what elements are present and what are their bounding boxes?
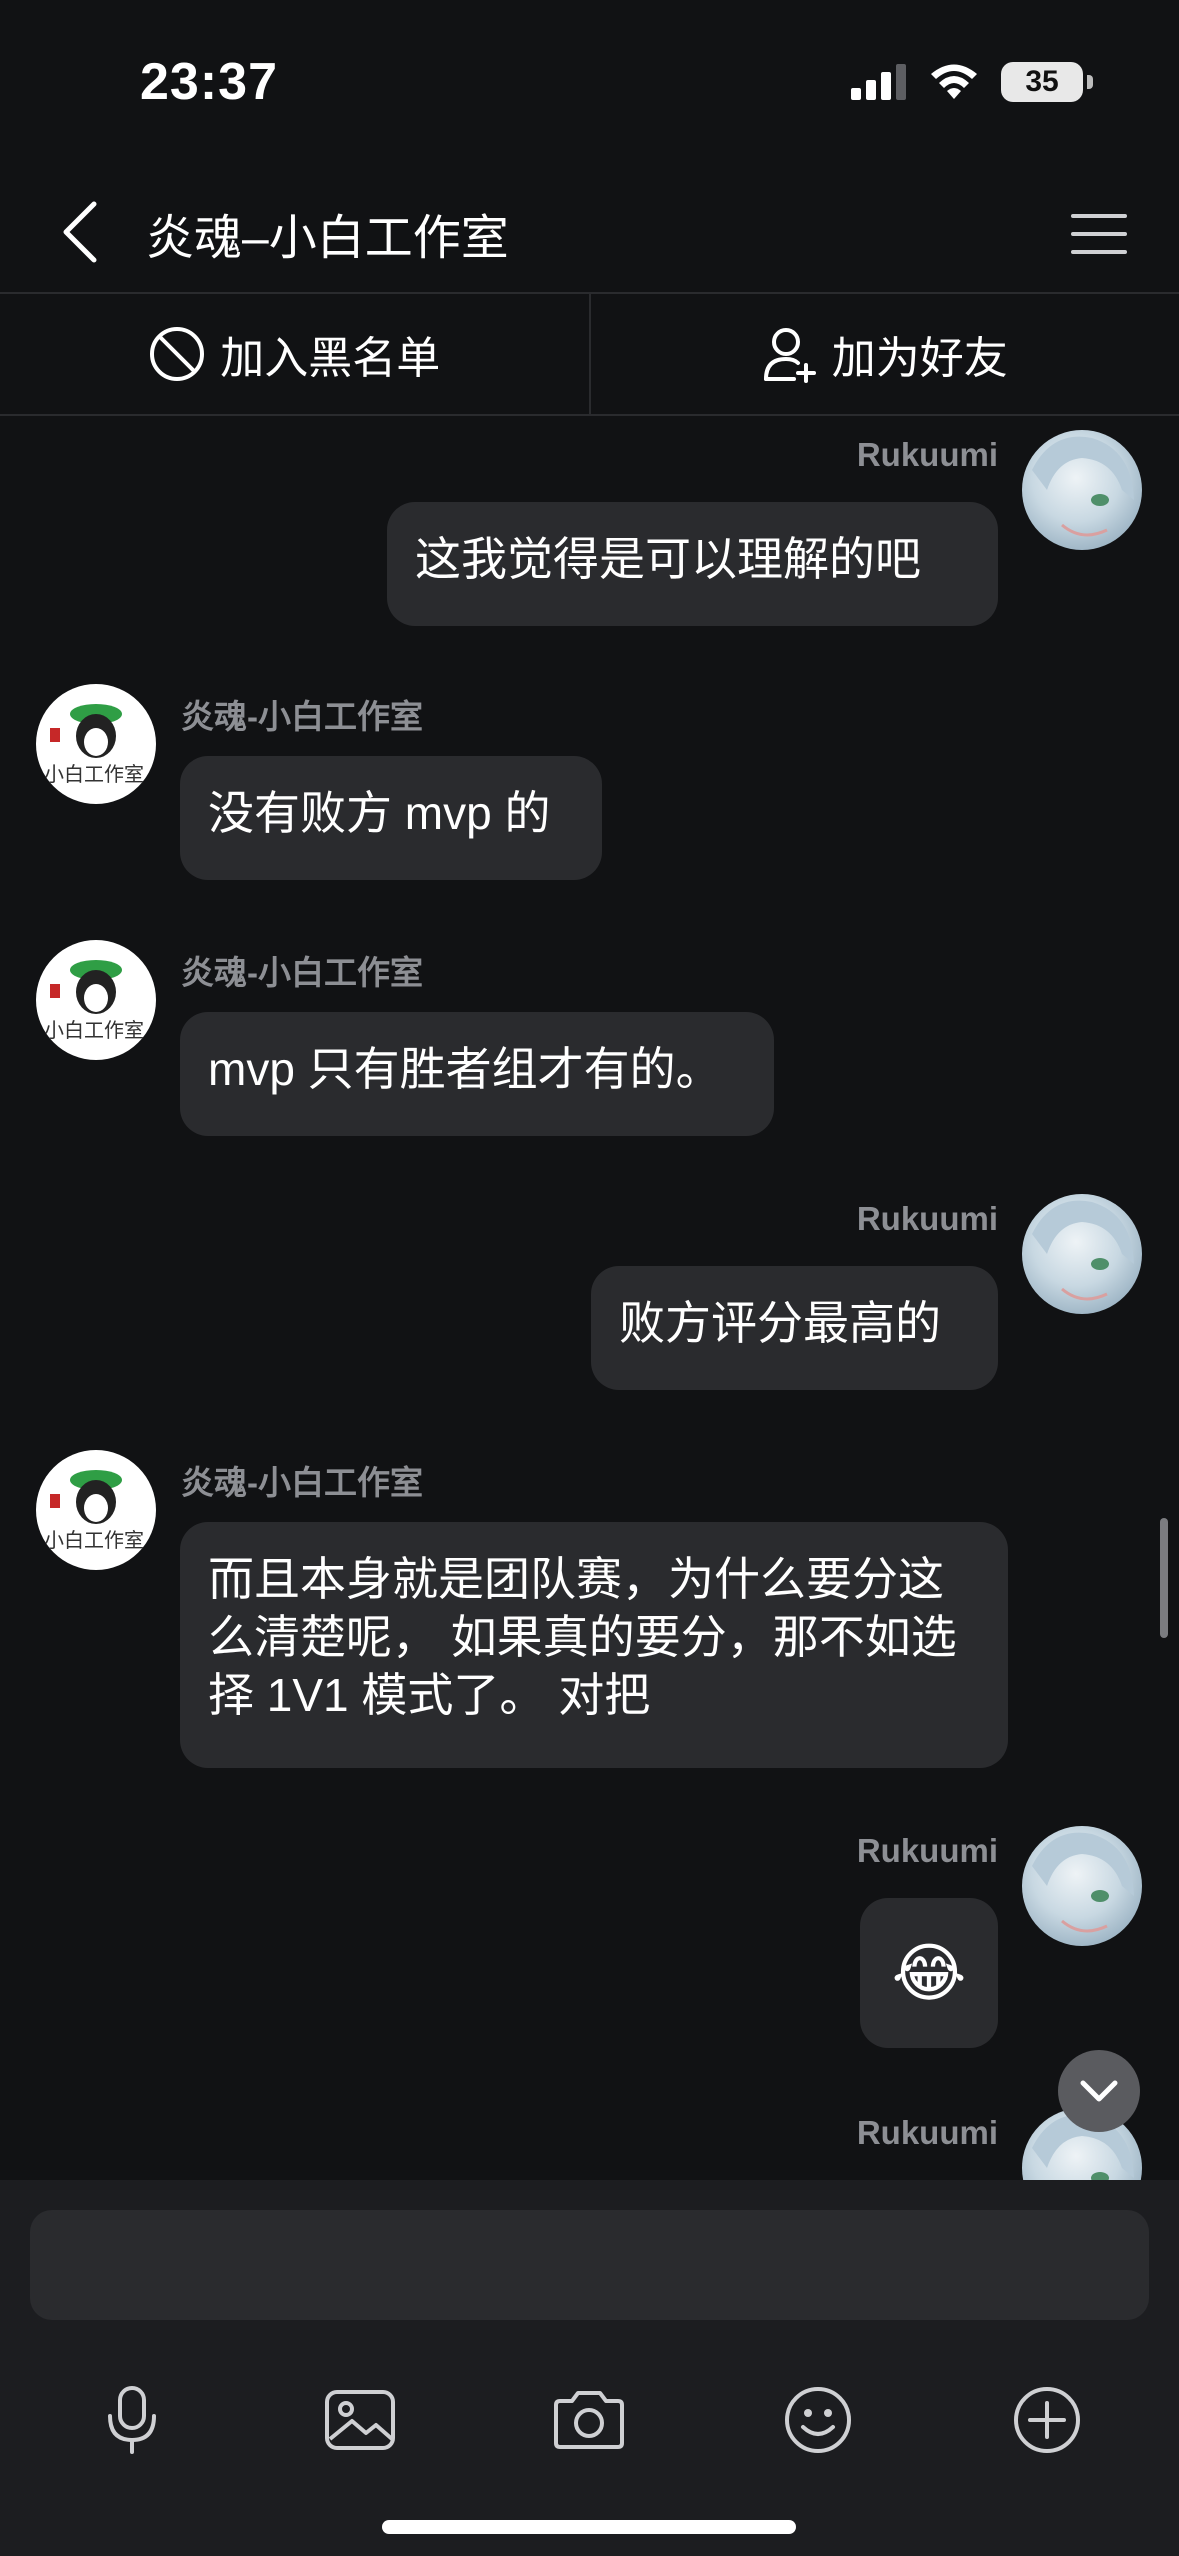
page-title: 炎魂–小白工作室	[146, 212, 509, 265]
avatar-caption: 小白工作室	[44, 762, 144, 786]
avatar[interactable]	[1022, 430, 1142, 550]
add-friend-label: 加为好友	[831, 334, 1008, 383]
status-icons: 35	[851, 62, 1093, 102]
anime-avatar-icon	[1032, 1200, 1134, 1301]
voice-button[interactable]	[72, 2360, 192, 2480]
composer	[0, 2180, 1179, 2556]
sender-name: Rukuumi	[856, 2114, 998, 2151]
add-friend-button[interactable]: 加为好友	[591, 294, 1179, 414]
chat-header: 炎魂–小白工作室	[0, 170, 1179, 294]
status-time: 23:37	[140, 53, 278, 111]
sender-name: 炎魂-小白工作室	[181, 1464, 423, 1501]
sender-name: 炎魂-小白工作室	[181, 954, 423, 991]
chevron-down-icon	[1080, 2080, 1118, 2102]
signal-icon	[851, 64, 906, 100]
battery-indicator: 35	[1001, 62, 1093, 102]
message-bubble[interactable]: mvp 只有胜者组才有的。	[180, 1012, 774, 1136]
message-bubble[interactable]: 败方评分最高的	[591, 1266, 998, 1390]
back-button[interactable]	[40, 192, 120, 272]
avatar[interactable]: 小白工作室	[36, 684, 156, 804]
message-bubble[interactable]: 没有败方 mvp 的	[180, 756, 602, 880]
emoji-button[interactable]	[758, 2360, 878, 2480]
image-button[interactable]	[300, 2360, 420, 2480]
plus-circle-icon	[1014, 2387, 1080, 2453]
scrollbar[interactable]	[1160, 1518, 1168, 1638]
image-icon	[325, 2390, 395, 2450]
avatar[interactable]: 小白工作室	[36, 1450, 156, 1570]
sender-name: 炎魂-小白工作室	[181, 698, 423, 735]
scroll-to-bottom-button[interactable]	[1058, 2050, 1140, 2132]
block-label: 加入黑名单	[220, 334, 441, 383]
block-button[interactable]: 加入黑名单	[0, 294, 589, 414]
block-icon	[150, 327, 205, 381]
home-indicator[interactable]	[382, 2520, 796, 2534]
avatar[interactable]	[1022, 1826, 1142, 1946]
camera-button[interactable]	[529, 2360, 649, 2480]
avatar[interactable]: 小白工作室	[36, 940, 156, 1060]
sender-name: Rukuumi	[856, 436, 998, 473]
status-bar: 23:37 35	[0, 0, 1179, 170]
sender-name: Rukuumi	[856, 1832, 998, 1869]
emoji-icon	[785, 2387, 851, 2453]
hamburger-menu-icon	[1071, 214, 1127, 254]
avatar-caption: 小白工作室	[44, 1018, 144, 1042]
message-bubble[interactable]: 这我觉得是可以理解的吧	[387, 502, 998, 626]
chat-messages[interactable]: Rukuumi 这我觉得是可以理解的吧 小白工作室 炎魂-小白工作室 没有败方 …	[0, 414, 1179, 2180]
composer-toolbar	[0, 2360, 1179, 2480]
more-button[interactable]	[987, 2360, 1107, 2480]
microphone-icon	[108, 2386, 156, 2454]
menu-button[interactable]	[1059, 194, 1139, 274]
anime-avatar-icon	[1032, 436, 1134, 537]
chevron-left-icon	[63, 201, 97, 263]
action-bar: 加入黑名单 加为好友	[0, 292, 1179, 416]
wifi-icon	[931, 64, 977, 99]
message-input[interactable]	[30, 2210, 1149, 2320]
message-bubble[interactable]: 而且本身就是团队赛，为什么要分这么清楚呢， 如果真的要分，那不如选择 1V1 模…	[180, 1522, 1008, 1768]
avatar[interactable]	[1022, 1194, 1142, 1314]
avatar-caption: 小白工作室	[44, 1528, 144, 1552]
anime-avatar-icon	[1032, 1832, 1134, 1933]
add-user-icon	[763, 328, 816, 383]
message-bubble[interactable]: 😂	[860, 1898, 998, 2048]
sender-name: Rukuumi	[856, 1200, 998, 1237]
camera-icon	[554, 2391, 624, 2449]
